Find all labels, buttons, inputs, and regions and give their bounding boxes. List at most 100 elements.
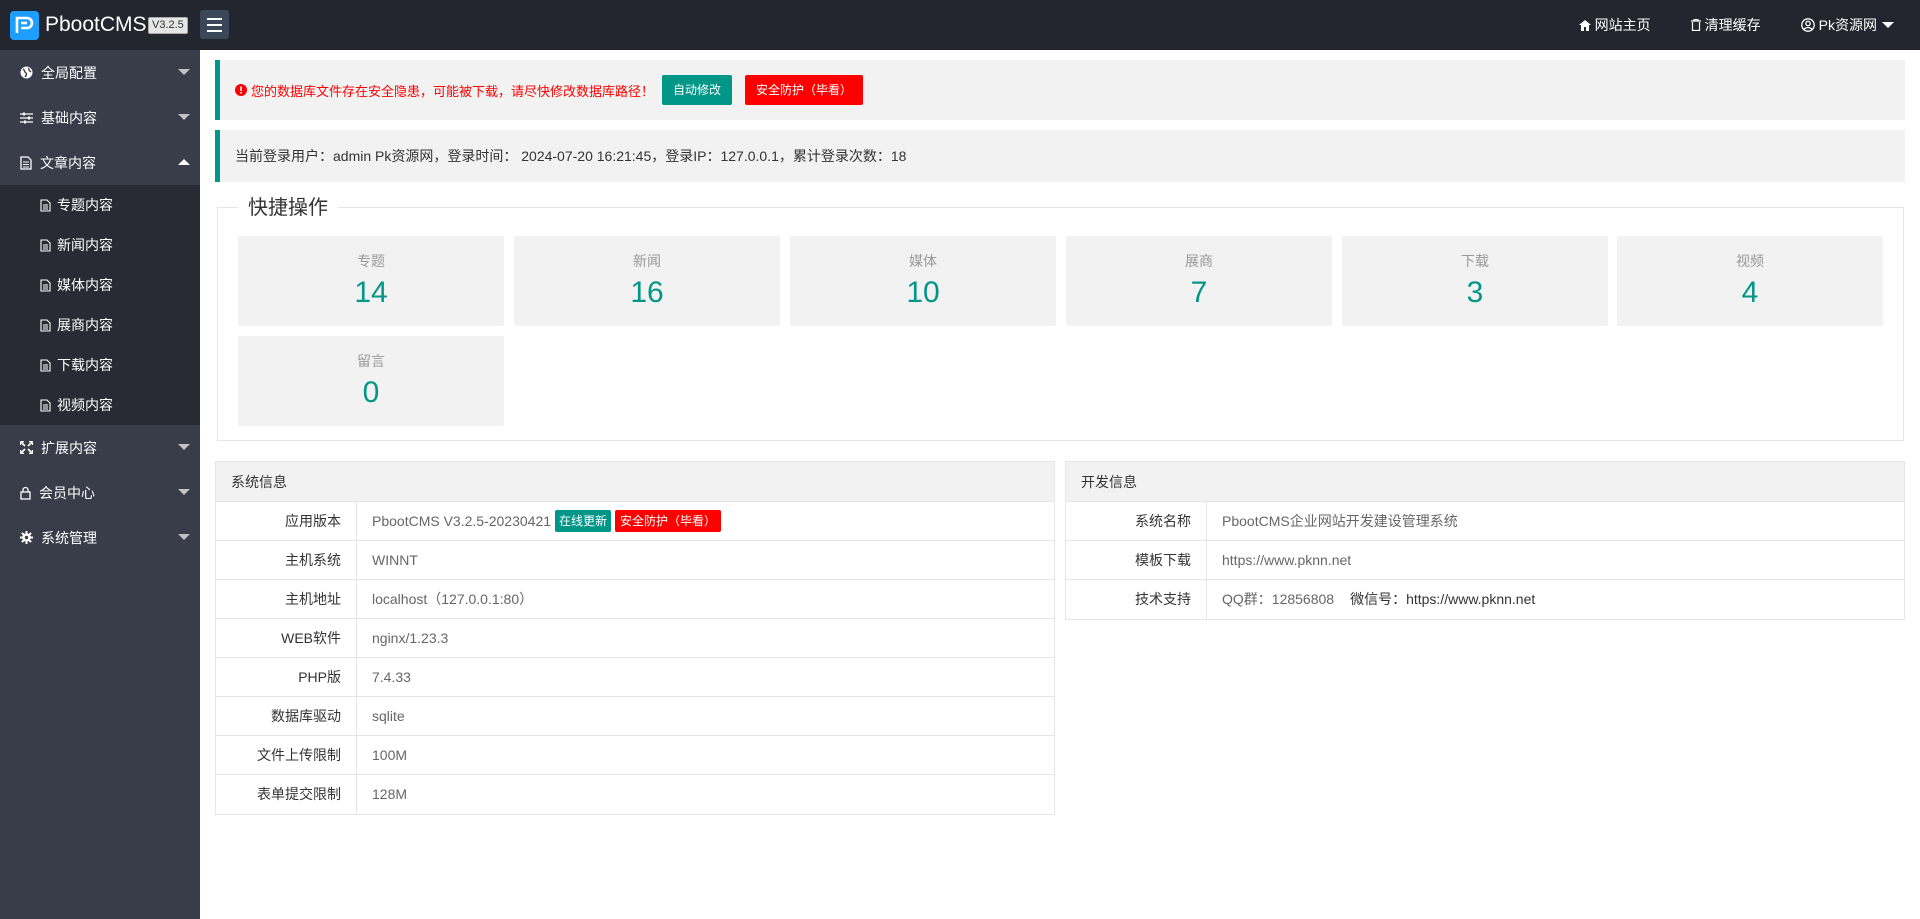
login-info-box: 当前登录用户：admin Pk资源网，登录时间： 2024-07-20 16:2… <box>215 130 1905 182</box>
expand-icon <box>20 441 33 454</box>
user-circle-icon <box>1800 18 1815 32</box>
row-label: 主机系统 <box>216 541 357 579</box>
security-protection-button[interactable]: 安全防护（毕看） <box>745 75 864 105</box>
sidebar-subitem-label: 视频内容 <box>57 397 113 413</box>
sidebar-subitem-label: 新闻内容 <box>57 237 113 253</box>
chevron-down-icon <box>178 489 190 495</box>
sidebar-subitem-downloads[interactable]: 下载内容 <box>0 345 200 385</box>
table-row: 主机地址 localhost（127.0.0.1:80） <box>216 580 1054 619</box>
quick-actions-panel: 快捷操作 专题 14 新闻 16 媒体 10 展商 7 下载 3 视频 4 留言… <box>217 195 1904 441</box>
quick-card-title: 留言 <box>357 353 385 369</box>
row-value: nginx/1.23.3 <box>372 629 449 646</box>
quick-card-media[interactable]: 媒体 10 <box>790 236 1056 326</box>
sidebar-item-extension-content[interactable]: 扩展内容 <box>0 425 200 470</box>
chevron-down-icon <box>178 534 190 540</box>
system-info-panel: 系统信息 应用版本 PbootCMS V3.2.5-20230421 在线更新 … <box>215 461 1055 815</box>
row-value: sqlite <box>372 707 405 724</box>
table-row: 表单提交限制 128M <box>216 775 1054 814</box>
chevron-up-icon <box>178 159 190 165</box>
quick-card-title: 视频 <box>1736 253 1764 269</box>
quick-card-title: 专题 <box>357 253 385 269</box>
login-info-text: 当前登录用户：admin Pk资源网，登录时间： 2024-07-20 16:2… <box>235 148 907 164</box>
top-nav: 网站主页 清理缓存 Pk资源网 <box>1578 0 1920 50</box>
row-label: 应用版本 <box>216 502 357 540</box>
quick-card-messages[interactable]: 留言 0 <box>238 336 504 426</box>
quick-card-exhibitors[interactable]: 展商 7 <box>1066 236 1332 326</box>
row-label: 主机地址 <box>216 580 357 618</box>
chevron-down-icon <box>178 114 190 120</box>
version-badge: V3.2.5 <box>148 17 188 34</box>
online-update-button[interactable]: 在线更新 <box>555 510 612 532</box>
quick-card-news[interactable]: 新闻 16 <box>514 236 780 326</box>
file-icon <box>40 358 51 372</box>
table-row: WEB软件 nginx/1.23.3 <box>216 619 1054 658</box>
sidebar-item-label: 系统管理 <box>41 529 97 546</box>
lock-icon <box>20 486 31 500</box>
file-icon <box>40 398 51 412</box>
quick-card-topics[interactable]: 专题 14 <box>238 236 504 326</box>
sidebar-subitem-topics[interactable]: 专题内容 <box>0 185 200 225</box>
site-home-link[interactable]: 网站主页 <box>1578 15 1651 35</box>
template-download-link[interactable]: https://www.pknn.net <box>1207 541 1904 579</box>
sidebar-subitem-exhibitors[interactable]: 展商内容 <box>0 305 200 345</box>
sidebar-subitem-videos[interactable]: 视频内容 <box>0 385 200 425</box>
sidebar-item-global-config[interactable]: 全局配置 <box>0 50 200 95</box>
sidebar-item-member-center[interactable]: 会员中心 <box>0 470 200 515</box>
article-submenu: 专题内容 新闻内容 媒体内容 展商内容 下载内容 视频内容 <box>0 185 200 425</box>
sidebar-item-label: 全局配置 <box>41 64 97 81</box>
row-value: 7.4.33 <box>372 668 411 685</box>
row-label: PHP版 <box>216 658 357 696</box>
table-row: 模板下载 https://www.pknn.net <box>1066 541 1904 580</box>
row-value: WINNT <box>372 551 418 568</box>
wechat-link[interactable]: https://www.pknn.net <box>1406 580 1535 619</box>
quick-card-count: 0 <box>362 376 380 409</box>
system-name-value: PbootCMS企业网站开发建设管理系统 <box>1222 512 1458 529</box>
auto-fix-button[interactable]: 自动修改 <box>662 75 733 105</box>
wechat-label: 微信号： <box>1350 591 1407 607</box>
sliders-icon <box>20 112 33 123</box>
file-icon <box>40 238 51 252</box>
sidebar: 全局配置 基础内容 文章内容 专题内容 新闻内容 媒体内容 展商内容 下载内容 <box>0 50 200 919</box>
sidebar-subitem-label: 专题内容 <box>57 197 113 213</box>
quick-card-count: 4 <box>1741 276 1759 309</box>
app-version-value: PbootCMS V3.2.5-20230421 <box>372 512 552 529</box>
quick-card-count: 7 <box>1190 276 1208 309</box>
table-row: 系统名称 PbootCMS企业网站开发建设管理系统 <box>1066 502 1904 541</box>
developer-info-title: 开发信息 <box>1066 462 1904 502</box>
quick-card-count: 14 <box>354 276 388 309</box>
file-icon <box>40 318 51 332</box>
clear-cache-link[interactable]: 清理缓存 <box>1690 15 1761 35</box>
security-protection-tag-button[interactable]: 安全防护（毕看） <box>615 510 722 532</box>
quick-card-videos[interactable]: 视频 4 <box>1617 236 1883 326</box>
quick-card-downloads[interactable]: 下载 3 <box>1342 236 1608 326</box>
trash-icon <box>1690 19 1701 31</box>
main-content: 您的数据库文件存在安全隐患，可能被下载，请尽快修改数据库路径！ 自动修改 安全防… <box>200 50 1920 919</box>
sidebar-subitem-label: 下载内容 <box>57 357 113 373</box>
row-value: localhost（127.0.0.1:80） <box>372 590 534 607</box>
quick-card-title: 展商 <box>1185 253 1213 269</box>
sidebar-subitem-label: 展商内容 <box>57 317 113 333</box>
file-icon <box>40 278 51 292</box>
site-home-label: 网站主页 <box>1594 17 1651 33</box>
sidebar-item-system-management[interactable]: 系统管理 <box>0 515 200 560</box>
security-warning-text: 您的数据库文件存在安全隐患，可能被下载，请尽快修改数据库路径！ <box>251 83 655 99</box>
globe-icon <box>20 66 33 79</box>
row-label: 表单提交限制 <box>216 775 357 814</box>
sidebar-item-label: 文章内容 <box>40 154 96 171</box>
row-label: 系统名称 <box>1066 502 1207 540</box>
menu-toggle-button[interactable] <box>200 10 229 39</box>
user-menu[interactable]: Pk资源网 <box>1800 15 1898 35</box>
sidebar-item-article-content[interactable]: 文章内容 <box>0 140 200 185</box>
sidebar-item-basic-content[interactable]: 基础内容 <box>0 95 200 140</box>
user-name: Pk资源网 <box>1818 17 1877 33</box>
table-row: 数据库驱动 sqlite <box>216 697 1054 736</box>
file-text-icon <box>20 155 32 170</box>
table-row: 技术支持 QQ群：12856808 微信号： https://www.pknn.… <box>1066 580 1904 619</box>
row-label: 数据库驱动 <box>216 697 357 735</box>
table-row: 应用版本 PbootCMS V3.2.5-20230421 在线更新 安全防护（… <box>216 502 1054 541</box>
sidebar-subitem-news[interactable]: 新闻内容 <box>0 225 200 265</box>
sidebar-subitem-media[interactable]: 媒体内容 <box>0 265 200 305</box>
row-label: WEB软件 <box>216 619 357 657</box>
app-name: PbootCMS <box>45 13 147 36</box>
quick-card-title: 新闻 <box>633 253 661 269</box>
